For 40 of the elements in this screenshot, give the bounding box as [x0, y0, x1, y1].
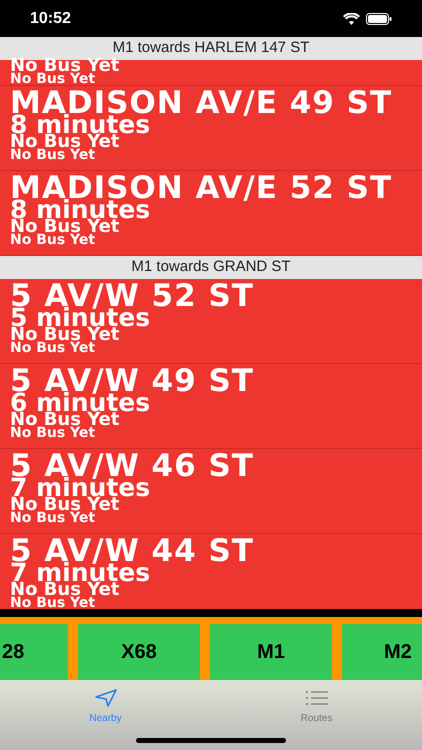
route-button[interactable]: X68 — [78, 624, 200, 680]
route-button[interactable]: 28 — [0, 624, 68, 680]
bus-status: No Bus Yet — [10, 427, 96, 439]
section-header: M1 towards GRAND ST — [0, 256, 422, 279]
bus-status: No Bus Yet — [10, 135, 120, 149]
bus-status: No Bus Yet — [10, 342, 96, 354]
bus-status: No Bus Yet — [10, 73, 96, 85]
bus-status: No Bus Yet — [10, 149, 96, 161]
bus-status: No Bus Yet — [10, 234, 96, 246]
bus-status: No Bus Yet — [10, 498, 120, 512]
tab[interactable]: Nearby — [0, 680, 211, 726]
bus-status: No Bus Yet — [10, 512, 96, 524]
stop-name: 5 AV/W 46 ST — [10, 454, 255, 478]
tab[interactable]: Routes — [211, 680, 422, 726]
battery-icon — [366, 12, 392, 24]
route-button[interactable]: M2 — [342, 624, 422, 680]
stop-row[interactable]: No Bus Yet No Bus Yet — [0, 60, 422, 86]
stop-name: MADISON AV/E 49 ST — [10, 91, 394, 115]
bus-status: No Bus Yet — [10, 597, 96, 609]
arrival-time: 8 minutes — [10, 115, 150, 135]
bus-status: No Bus Yet — [10, 583, 120, 597]
stop-name: 5 AV/W 52 ST — [10, 284, 255, 308]
bus-status: No Bus Yet — [10, 413, 120, 427]
arrival-time: 5 minutes — [10, 308, 152, 328]
stop-name: 5 AV/W 49 ST — [10, 369, 255, 393]
status-time: 10:52 — [30, 8, 71, 28]
bus-status: No Bus Yet — [10, 328, 120, 342]
bus-status: No Bus Yet — [10, 220, 120, 234]
arrival-time: 7 minutes — [10, 478, 152, 498]
arrival-time: 8 minutes — [10, 200, 150, 220]
arrival-time: 7 minutes — [10, 563, 152, 583]
stop-name: MADISON AV/E 52 ST — [10, 176, 394, 200]
stop-name: 5 AV/W 44 ST — [10, 539, 255, 563]
section-header: M1 towards HARLEM 147 ST — [0, 37, 422, 60]
location-arrow-icon — [94, 688, 118, 708]
bus-status: No Bus Yet — [10, 59, 120, 73]
wifi-icon — [343, 12, 360, 24]
route-button[interactable]: M1 — [210, 624, 332, 680]
arrival-time: 6 minutes — [10, 393, 152, 413]
list-icon — [304, 688, 328, 708]
